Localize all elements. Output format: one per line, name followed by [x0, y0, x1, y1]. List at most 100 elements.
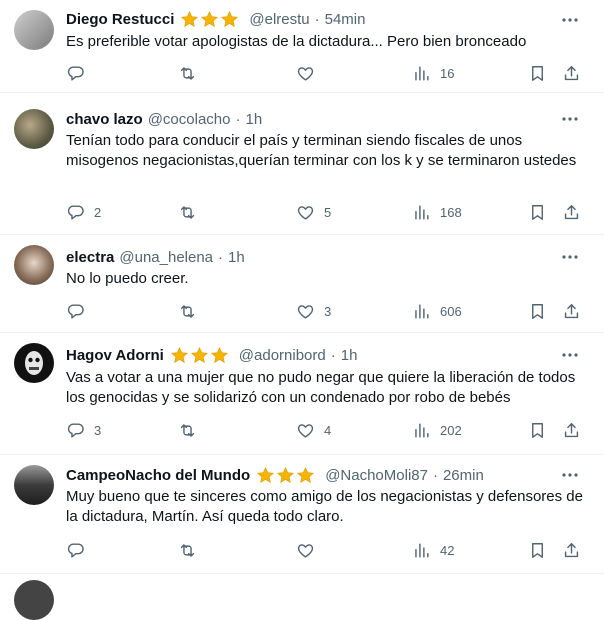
star-icon — [210, 346, 229, 365]
reply-button[interactable] — [66, 539, 94, 561]
star-icon — [220, 10, 239, 29]
share-button[interactable] — [562, 300, 581, 322]
like-icon — [296, 421, 315, 440]
stars — [170, 346, 230, 365]
like-button[interactable] — [296, 62, 324, 84]
bookmark-icon — [528, 64, 547, 83]
like-button[interactable]: 4 — [296, 419, 331, 441]
author-name[interactable]: Hagov Adorni — [66, 347, 164, 364]
author-handle[interactable]: @una_helena — [119, 249, 213, 266]
separator: · — [218, 248, 224, 266]
tweet[interactable]: Diego Restucci @elrestu · 54min Es prefe… — [0, 0, 604, 93]
views-count: 202 — [440, 422, 462, 438]
like-icon — [296, 64, 315, 83]
more-icon[interactable] — [560, 13, 580, 27]
author-handle[interactable]: @elrestu — [249, 11, 309, 28]
like-icon — [296, 203, 315, 222]
action-bar: 3 4 202 — [58, 419, 598, 441]
repost-icon — [178, 203, 197, 222]
author-handle[interactable]: @adornibord — [239, 347, 326, 364]
repost-button[interactable] — [178, 539, 206, 561]
more-icon[interactable] — [560, 112, 580, 126]
tweet-text: Es preferible votar apologistas de la di… — [66, 33, 527, 50]
like-button[interactable]: 3 — [296, 300, 331, 322]
bookmark-button[interactable] — [528, 201, 547, 223]
author-name[interactable]: electra — [66, 249, 114, 266]
bookmark-button[interactable] — [528, 539, 547, 561]
timestamp[interactable]: 1h — [341, 347, 358, 364]
author-name[interactable]: chavo lazo — [66, 111, 143, 128]
tweet[interactable]: chavo lazo @cocolacho · 1h Tenían todo p… — [0, 99, 604, 235]
share-button[interactable] — [562, 539, 581, 561]
views-button[interactable]: 42 — [412, 539, 454, 561]
views-button[interactable]: 202 — [412, 419, 462, 441]
repost-button[interactable] — [178, 62, 206, 84]
reply-icon — [66, 302, 85, 321]
star-icon — [276, 466, 295, 485]
repost-button[interactable] — [178, 300, 206, 322]
views-icon — [412, 541, 431, 560]
tweet-text: No lo puedo creer. — [66, 270, 189, 287]
star-icon — [256, 466, 275, 485]
share-button[interactable] — [562, 62, 581, 84]
star-icon — [180, 10, 199, 29]
share-icon — [562, 541, 581, 560]
views-count: 42 — [440, 542, 455, 558]
reply-button[interactable]: 2 — [66, 201, 101, 223]
reply-count: 3 — [94, 422, 102, 438]
share-icon — [562, 64, 581, 83]
star-icon — [190, 346, 209, 365]
star-icon — [296, 466, 315, 485]
more-icon[interactable] — [560, 250, 580, 264]
share-button[interactable] — [562, 201, 581, 223]
avatar[interactable] — [14, 465, 54, 505]
bookmark-button[interactable] — [528, 62, 547, 84]
timestamp[interactable]: 54min — [325, 11, 366, 28]
avatar[interactable] — [14, 109, 54, 149]
tweet-text: Vas a votar a una mujer que no pudo nega… — [66, 369, 576, 406]
bookmark-icon — [528, 421, 547, 440]
author-handle[interactable]: @NachoMoli87 — [325, 467, 428, 484]
reply-icon — [66, 541, 85, 560]
avatar[interactable] — [14, 10, 54, 50]
action-bar: 2 5 168 — [58, 201, 598, 223]
share-icon — [562, 203, 581, 222]
share-button[interactable] — [562, 419, 581, 441]
separator: · — [235, 110, 241, 128]
avatar[interactable] — [14, 245, 54, 285]
reply-button[interactable]: 3 — [66, 419, 101, 441]
star-icon — [170, 346, 189, 365]
tweet[interactable]: Hagov Adorni @adornibord · 1h Vas a vota… — [0, 333, 604, 455]
like-count: 5 — [324, 204, 332, 220]
views-button[interactable]: 16 — [412, 62, 454, 84]
views-button[interactable]: 168 — [412, 201, 462, 223]
views-button[interactable]: 606 — [412, 300, 462, 322]
action-bar: 42 — [58, 539, 598, 561]
avatar[interactable] — [14, 343, 54, 383]
author-name[interactable]: CampeoNacho del Mundo — [66, 467, 250, 484]
like-button[interactable] — [296, 539, 324, 561]
views-icon — [412, 302, 431, 321]
timestamp[interactable]: 1h — [228, 249, 245, 266]
tweet[interactable]: electra @una_helena · 1h No lo puedo cre… — [0, 235, 604, 333]
author-name[interactable]: Diego Restucci — [66, 11, 174, 28]
reply-button[interactable] — [66, 62, 94, 84]
reply-button[interactable] — [66, 300, 94, 322]
separator: · — [330, 346, 336, 364]
author-handle[interactable]: @cocolacho — [148, 111, 231, 128]
views-count: 168 — [440, 204, 462, 220]
timestamp[interactable]: 1h — [245, 111, 262, 128]
like-icon — [296, 302, 315, 321]
bookmark-button[interactable] — [528, 300, 547, 322]
more-icon[interactable] — [560, 468, 580, 482]
timestamp[interactable]: 26min — [443, 467, 484, 484]
avatar[interactable] — [14, 580, 54, 620]
more-icon[interactable] — [560, 348, 580, 362]
tweet[interactable]: CampeoNacho del Mundo @NachoMoli87 · 26m… — [0, 455, 604, 574]
views-icon — [412, 421, 431, 440]
like-button[interactable]: 5 — [296, 201, 331, 223]
repost-button[interactable] — [178, 201, 206, 223]
bookmark-button[interactable] — [528, 419, 547, 441]
repost-button[interactable] — [178, 419, 206, 441]
tweet-text: Tenían todo para conducir el país y term… — [66, 132, 577, 169]
